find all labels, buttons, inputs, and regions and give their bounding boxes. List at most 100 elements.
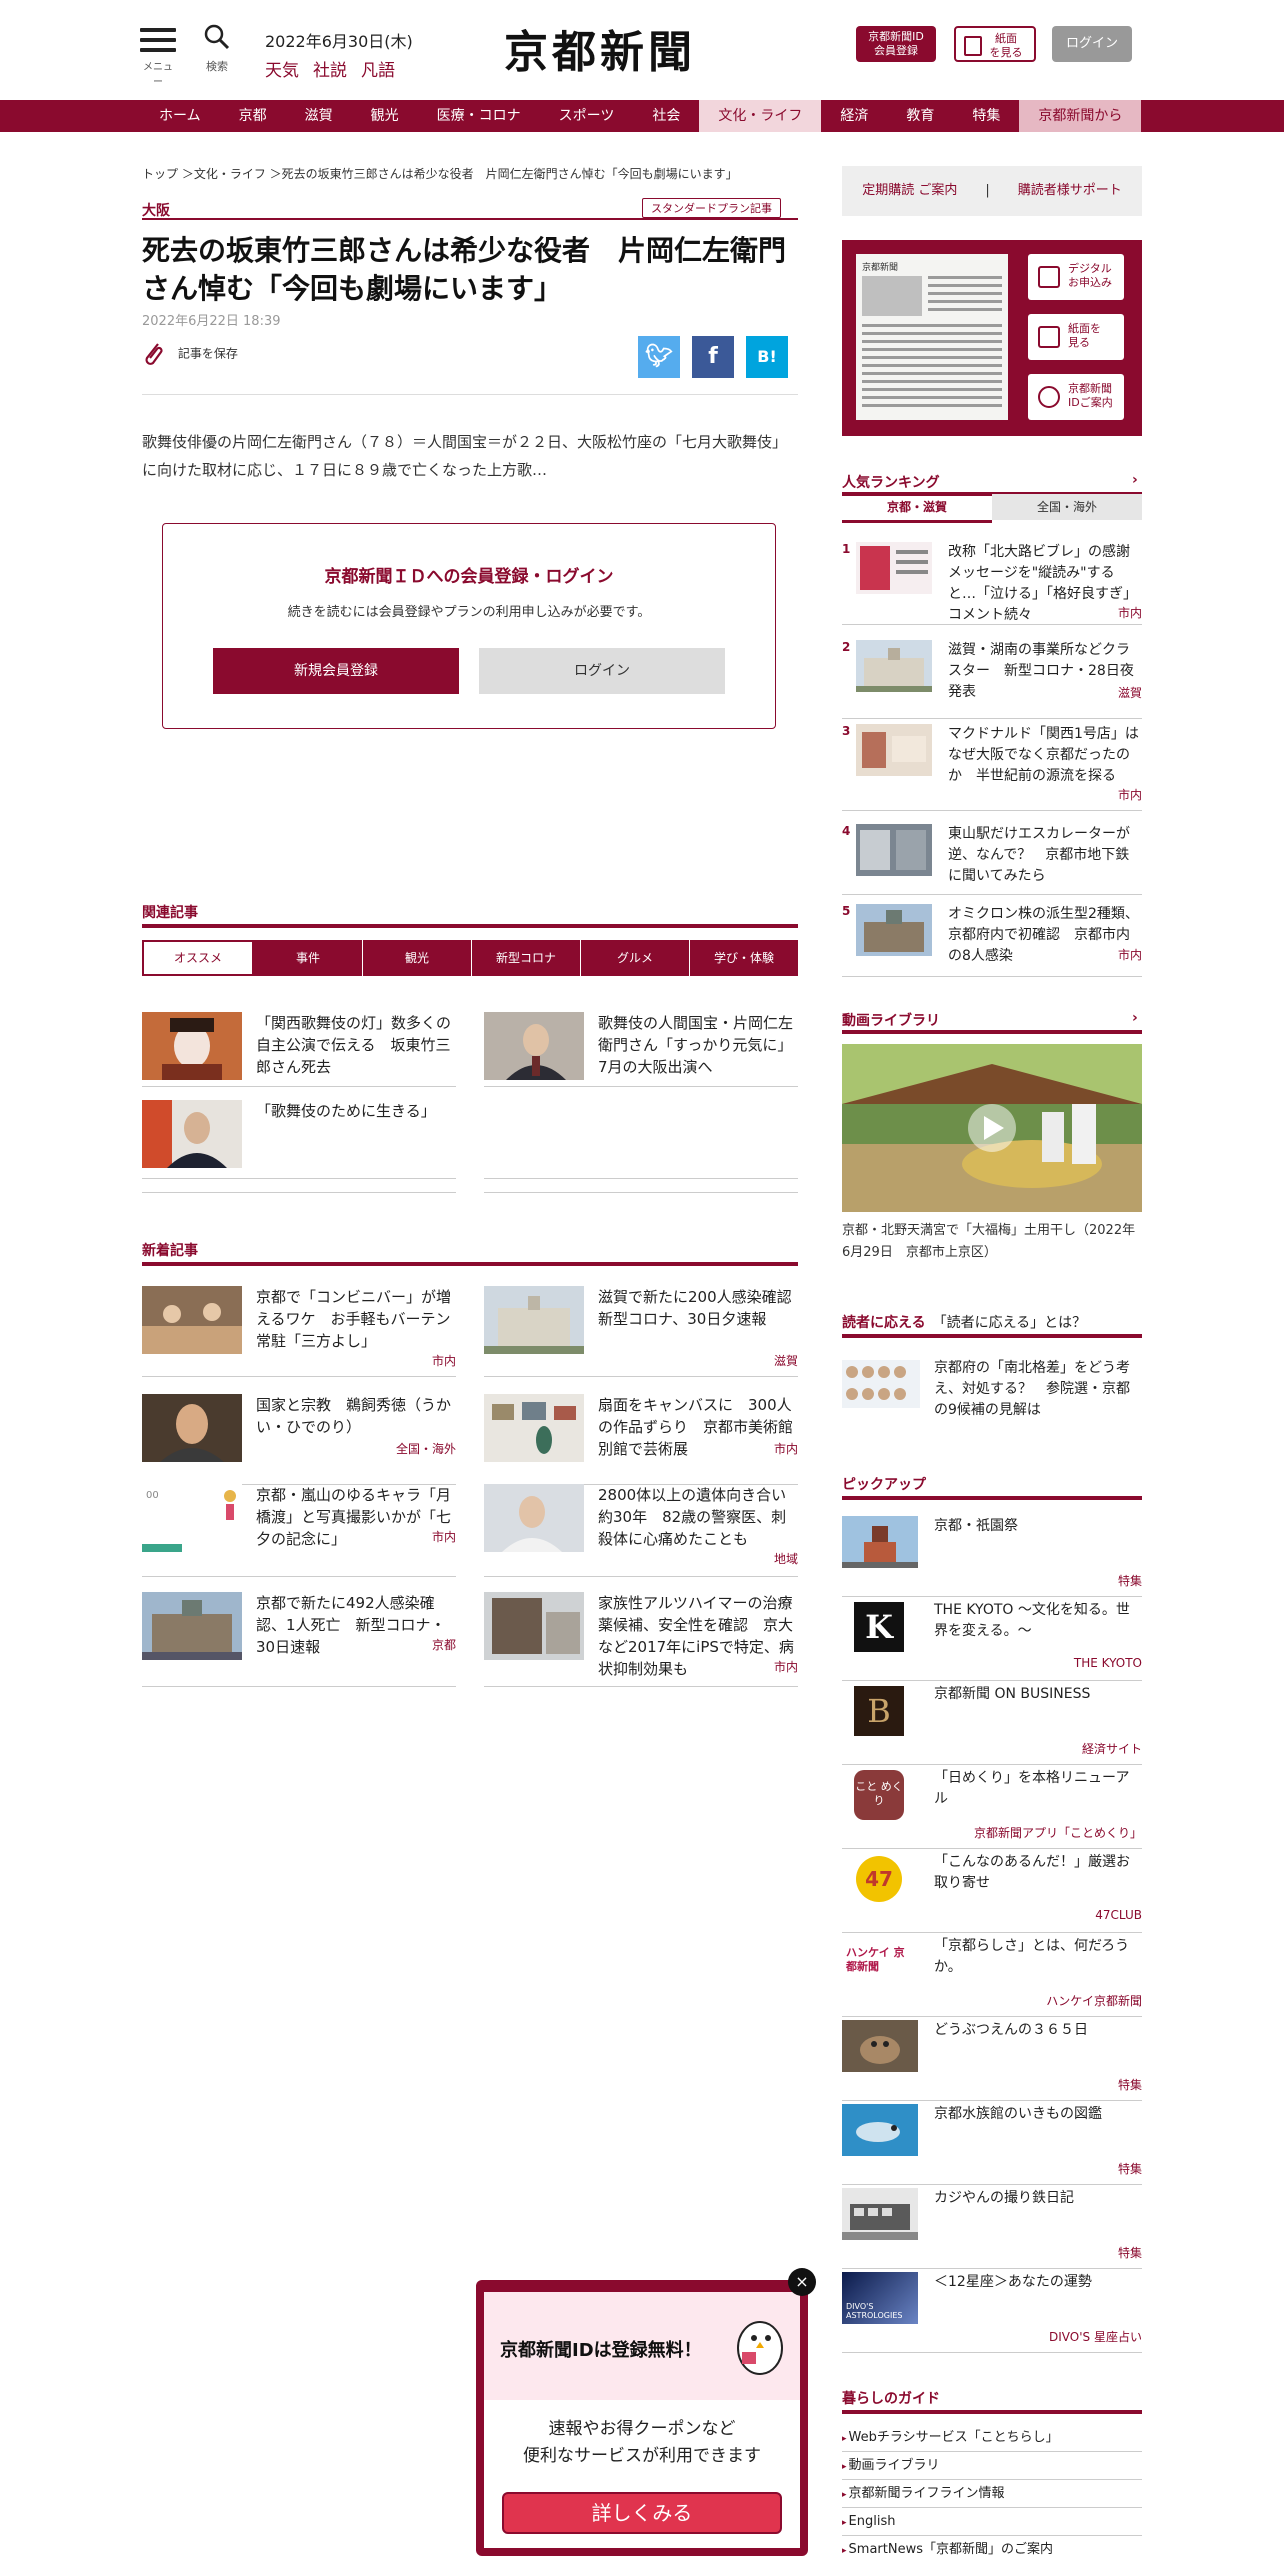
site-logo[interactable]: 京都新聞 [504, 16, 696, 80]
related-article-card[interactable]: 歌舞伎の人間国宝・片岡仁左衛門さん「すっかり元気に」 7月の大阪出演へ [484, 1012, 800, 1087]
aquarium-dolphin-photo [842, 2104, 918, 2156]
editorial-link[interactable]: 社説 [313, 61, 347, 81]
ranking-item[interactable]: 2 滋賀・湖南の事業所などクラスター 新型コロナ・28日夜発表 滋賀 [842, 640, 1142, 719]
pickup-item[interactable]: 京都・祇園祭 特集 [842, 1512, 1142, 1597]
video-thumbnail[interactable] [842, 1044, 1142, 1212]
guide-link[interactable]: English [842, 2508, 1142, 2536]
breadcrumb[interactable]: トップ ＞文化・ライフ ＞死去の坂東竹三郎さんは希少な役者 片岡仁左衛門さん悼む… [142, 165, 738, 182]
nav-kyoto[interactable]: 京都 [220, 100, 286, 132]
popup-description: 速報やお得クーポンなど 便利なサービスが利用できます [484, 2416, 800, 2470]
paperclip-icon [145, 343, 163, 365]
pickup-category: 47CLUB [1095, 1908, 1142, 1922]
pickup-item[interactable]: どうぶつえんの３６５日 特集 [842, 2016, 1142, 2101]
nav-shiga[interactable]: 滋賀 [286, 100, 352, 132]
article-title: 京都で新たに492人感染確認、1人死亡 新型コロナ・30日速報 [256, 1594, 446, 1656]
pickup-item[interactable]: DIVO'S ASTROLOGIES ＜12星座＞あなたの運勢 DIVO'S 星… [842, 2268, 1142, 2353]
ranking-tabs: 京都・滋賀 全国・海外 [842, 494, 1142, 523]
chevron-right-icon[interactable]: › [1132, 472, 1138, 488]
guide-link[interactable]: 動画ライブラリ [842, 2452, 1142, 2480]
hatena-share-button[interactable]: B! [746, 336, 788, 378]
guide-link[interactable]: SmartNews「京都新聞」のご案内 [842, 2536, 1142, 2563]
pickup-item[interactable]: 47 「こんなのあるんだ！」厳選お取り寄せ 47CLUB [842, 1848, 1142, 1933]
logo-text: 47 [856, 1856, 902, 1902]
twitter-share-button[interactable]: 🐦︎ [638, 336, 680, 378]
newspaper-thumbnail[interactable]: 京都新聞 [856, 254, 1008, 420]
latest-article-card[interactable]: 国家と宗教 鵜飼秀徳（うかい・ひでのり） 全国・海外 [142, 1394, 456, 1485]
tab-learning[interactable]: 学び・体験 [690, 940, 798, 976]
newspaper-icon [964, 36, 982, 56]
latest-article-card[interactable]: 00 京都・嵐山のゆるキャラ「月橋渡」と写真撮影いかが「七夕の記念に」 市内 [142, 1484, 456, 1577]
digital-apply-button[interactable]: デジタル お申込み [1028, 254, 1124, 300]
tab-gourmet[interactable]: グルメ [581, 940, 690, 976]
pickup-item[interactable]: B 京都新聞 ON BUSINESS 経済サイト [842, 1680, 1142, 1765]
tab-national[interactable]: 全国・海外 [992, 494, 1142, 520]
new-register-button[interactable]: 新規会員登録 [213, 648, 459, 694]
latest-article-card[interactable]: 家族性アルツハイマーの治療薬候補、安全性を確認 京大など2017年にiPSで特定… [484, 1592, 798, 1687]
register-button[interactable]: 京都新聞ID 会員登録 [856, 26, 936, 62]
menu-label: メニュー [143, 62, 173, 88]
nav-sports[interactable]: スポーツ [540, 100, 634, 132]
subscription-link[interactable]: 定期購読 ご案内 [862, 183, 957, 198]
pickup-category: THE KYOTO [1073, 1656, 1142, 1670]
ranking-item[interactable]: 1 改称「北大路ビブレ」の感謝メッセージを"縦読み"すると…「泣ける」「格好良す… [842, 542, 1142, 625]
pickup-item[interactable]: こと めくり 「日めくり」を本格リニューアル 京都新聞アプリ「ことめくり」 [842, 1764, 1142, 1849]
nav-economy[interactable]: 経済 [821, 100, 887, 132]
id-info-button[interactable]: 京都新聞 IDご案内 [1028, 374, 1124, 420]
logo-letter: B [854, 1686, 904, 1736]
nav-culture[interactable]: 文化・ライフ [699, 100, 822, 132]
document-icon [1038, 266, 1060, 288]
article-category: 市内 [1117, 606, 1142, 620]
nav-education[interactable]: 教育 [887, 100, 953, 132]
popup-details-button[interactable]: 詳しくみる [502, 2492, 782, 2534]
pickup-item[interactable]: 京都水族館のいきもの図鑑 特集 [842, 2100, 1142, 2185]
article-title: 扇面をキャンバスに 300人の作品ずらり 京都市美術館別館で芸術展 [598, 1396, 794, 1458]
close-icon[interactable]: × [788, 2268, 816, 2296]
pickup-item[interactable]: K THE KYOTO ～文化を知る。世界を変える。～ THE KYOTO [842, 1596, 1142, 1681]
nav-society[interactable]: 社会 [633, 100, 699, 132]
latest-article-card[interactable]: 京都で新たに492人感染確認、1人死亡 新型コロナ・30日速報 京都 [142, 1592, 456, 1687]
pickup-title: 「こんなのあるんだ！」厳選お取り寄せ [934, 1854, 1130, 1891]
latest-article-card[interactable]: 京都で「コンビニバー」が増えるワケ お手軽もバーテン常駐「三方よし」 市内 [142, 1286, 456, 1377]
facebook-icon: f [708, 344, 718, 369]
chevron-right-icon[interactable]: › [1132, 1010, 1138, 1026]
gion-festival-photo [842, 1516, 918, 1568]
save-article-button[interactable]: 記事を保存 [142, 340, 238, 368]
tab-covid[interactable]: 新型コロナ [472, 940, 581, 976]
menu-button[interactable]: メニュー [140, 28, 176, 88]
pickup-item[interactable]: カジやんの撮り鉄日記 特集 [842, 2184, 1142, 2269]
pickup-category: 京都新聞アプリ「ことめくり」 [973, 1826, 1142, 1840]
tab-incidents[interactable]: 事件 [254, 940, 363, 976]
nav-features[interactable]: 特集 [953, 100, 1019, 132]
weather-link[interactable]: 天気 [265, 61, 299, 81]
ranking-item[interactable]: 3 マクドナルド「関西1号店」はなぜ大阪でなく京都だったのか 半世紀前の源流を探… [842, 724, 1142, 811]
building-photo [484, 1592, 584, 1660]
pickup-item[interactable]: ハンケイ 京都新聞 「京都らしさ」とは、何だろうか。 ハンケイ京都新聞 [842, 1932, 1142, 2017]
tab-kyoto-shiga[interactable]: 京都・滋賀 [842, 494, 992, 523]
tab-recommended[interactable]: オススメ [142, 940, 254, 976]
login-button[interactable]: ログイン [1052, 26, 1132, 62]
paper-view-button[interactable]: 紙面 を見る [954, 26, 1036, 62]
guide-link[interactable]: 京都新聞ライフライン情報 [842, 2480, 1142, 2508]
subscriber-support-link[interactable]: 購読者様サポート [1018, 183, 1122, 198]
facebook-share-button[interactable]: f [692, 336, 734, 378]
ranking-item[interactable]: 4 東山駅だけエスカレーターが逆、なんで？ 京都市地下鉄に聞いてみたら [842, 824, 1142, 895]
nav-home[interactable]: ホーム [140, 100, 220, 132]
nav-tourism[interactable]: 観光 [352, 100, 418, 132]
tab-tourism[interactable]: 観光 [363, 940, 472, 976]
latest-article-card[interactable]: 扇面をキャンバスに 300人の作品ずらり 京都市美術館別館で芸術展 市内 [484, 1394, 798, 1485]
bongo-link[interactable]: 凡語 [361, 61, 395, 81]
latest-article-card[interactable]: 2800体以上の遺体向き合い約30年 82歳の警察医、刺殺体に心痛めたことも 地… [484, 1484, 798, 1577]
nav-medical[interactable]: 医療・コロナ [418, 100, 540, 132]
nav-from-kyoto[interactable]: 京都新聞から [1019, 100, 1142, 132]
guide-link[interactable]: Webチラシサービス「ことちらし」 [842, 2424, 1142, 2452]
divos-logo: DIVO'S ASTROLOGIES [842, 2272, 918, 2324]
readers-about-link[interactable]: 「読者に応える」とは？ [940, 1315, 1087, 1331]
view-paper-button[interactable]: 紙面を 見る [1028, 314, 1124, 360]
ranking-item[interactable]: 5 オミクロン株の派生型2種類、京都府内で初確認 京都市内の8人感染 市内 [842, 904, 1142, 977]
related-article-card[interactable]: 「歌舞伎のために生きる」 [142, 1100, 456, 1179]
login-box-login-button[interactable]: ログイン [479, 648, 725, 694]
latest-article-card[interactable]: 滋賀で新たに200人感染確認 新型コロナ、30日夕速報 滋賀 [484, 1286, 807, 1377]
video-caption[interactable]: 京都・北野天満宮で「大福梅」土用干し（2022年6月29日 京都市上京区） [842, 1220, 1142, 1264]
related-article-card[interactable]: 「関西歌舞伎の灯」数多くの自主公演で伝える 坂東竹三郎さん死去 [142, 1012, 456, 1087]
search-button[interactable]: 検索 [202, 24, 232, 74]
